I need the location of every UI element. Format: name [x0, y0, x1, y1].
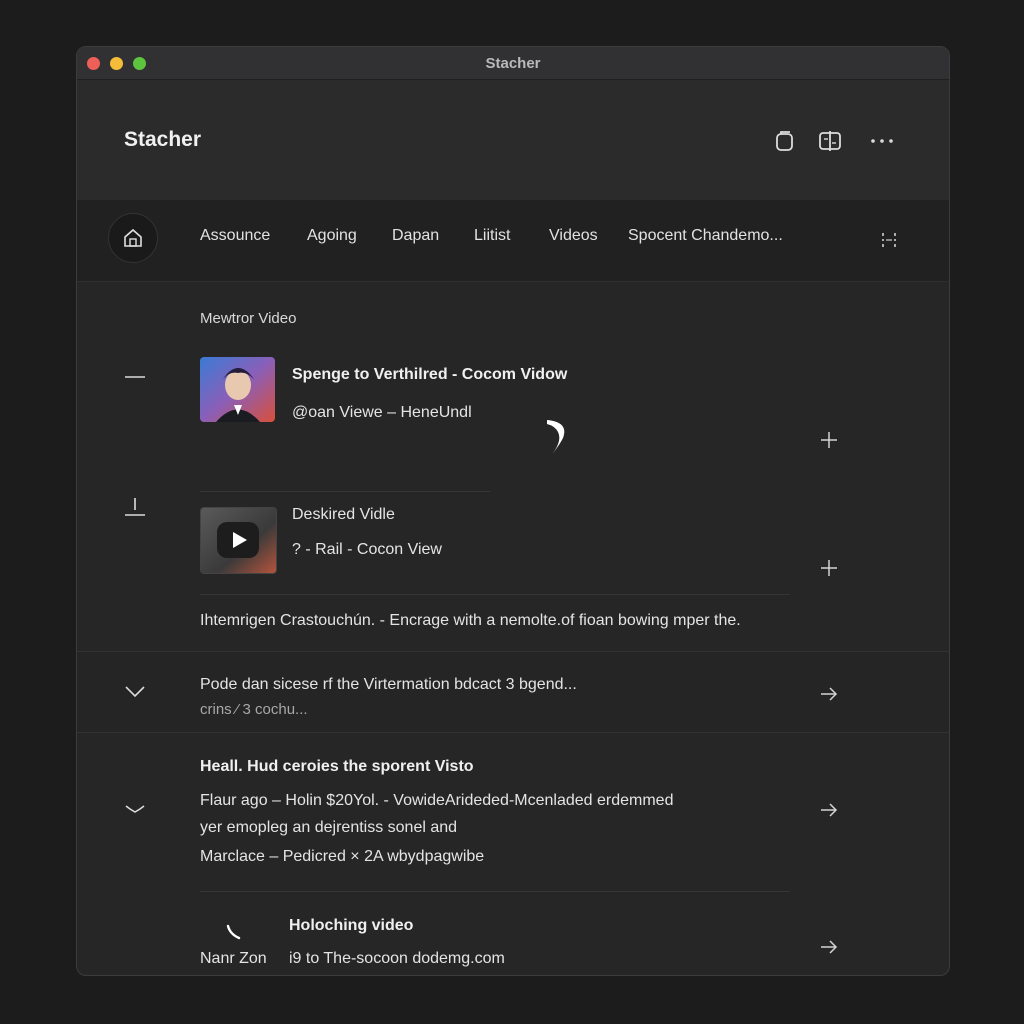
copy-icon: [776, 131, 793, 151]
split-view-button[interactable]: [815, 126, 845, 156]
reorder-handle[interactable]: [122, 492, 148, 518]
list-item-text: Marclace – Pedicred × 2A wbydpagwibe: [200, 848, 485, 865]
plus-icon: [821, 432, 837, 448]
home-button[interactable]: [108, 213, 158, 263]
phone-icon: [223, 920, 249, 946]
nav-item-assounce[interactable]: Assounce: [200, 227, 270, 245]
section-label: Mewtror Video: [200, 310, 297, 327]
list-item-text: yer emopleg an dejrentiss sonel and: [200, 819, 458, 836]
nav-menu-button[interactable]: [877, 228, 901, 252]
grid-menu-icon: [882, 233, 896, 247]
list-item-title: Heall. Hud ceroies the sporent Visto: [200, 758, 474, 775]
divider: [200, 491, 490, 492]
plus-icon: [821, 560, 837, 576]
nav-bar: Assounce Agoing Dapan Liitist Videos Spo…: [77, 200, 949, 282]
list-item-meta: crins ⁄ 3 cochu...: [200, 701, 308, 718]
video-title[interactable]: Deskired Vidle: [292, 506, 395, 524]
nav-item-dapan[interactable]: Dapan: [392, 227, 439, 245]
expand-button[interactable]: [122, 678, 148, 704]
info-text: Ihtemrigen Crastouchún. - Encrage with a…: [200, 612, 741, 629]
list-item-meta: Nanr Zon: [200, 950, 267, 967]
drag-handle-icon: [125, 498, 145, 516]
video-thumbnail[interactable]: [200, 357, 275, 422]
arrow-right-icon: [821, 687, 838, 701]
home-icon: [124, 228, 142, 247]
video-thumbnail[interactable]: [200, 507, 277, 574]
arrow-right-icon: [821, 803, 838, 817]
list-item-title: Holoching video: [289, 917, 414, 934]
add-video-button[interactable]: [817, 556, 841, 580]
open-button[interactable]: [817, 935, 841, 959]
expand-button[interactable]: [122, 795, 148, 821]
add-video-button[interactable]: [817, 428, 841, 452]
list-item-text: Pode dan sicese rf the Virtermation bdca…: [200, 676, 577, 693]
list-item[interactable]: Holoching video Nanr Zon i9 to The-socoo…: [77, 892, 949, 972]
split-view-icon: [819, 131, 841, 151]
copy-button[interactable]: [770, 126, 800, 156]
app-window: Stacher Stacher Assounce Agoing Dapan Li…: [76, 46, 950, 976]
open-button[interactable]: [817, 798, 841, 822]
list-item-text: Flaur ago – Holin $20Yol. - VowideArided…: [200, 792, 674, 809]
divider: [200, 594, 790, 595]
more-icon: [871, 139, 893, 143]
window-title: Stacher: [485, 55, 541, 72]
more-options-button[interactable]: [867, 126, 897, 156]
nav-item-spocent[interactable]: Spocent Chandemo...: [628, 227, 783, 245]
nav-item-agoing[interactable]: Agoing: [307, 227, 357, 245]
list-item[interactable]: Heall. Hud ceroies the sporent Visto Fla…: [77, 733, 949, 883]
minus-icon: [125, 376, 145, 378]
video-subtitle: @oan Viewe – HeneUndl: [292, 404, 472, 421]
app-title: Stacher: [124, 128, 202, 151]
loading-icon: [541, 412, 575, 462]
chevron-down-icon: [125, 686, 145, 698]
title-bar: Stacher: [77, 47, 949, 80]
collapse-button[interactable]: [122, 364, 148, 390]
video-subtitle: ? - Rail - Cocon View: [292, 541, 442, 558]
list-item[interactable]: Pode dan sicese rf the Virtermation bdca…: [77, 652, 949, 732]
arrow-right-icon: [821, 940, 838, 954]
chevron-down-icon: [125, 805, 145, 813]
nav-item-videos[interactable]: Videos: [549, 227, 598, 245]
video-title[interactable]: Spenge to Verthilred - Cocom Vidow: [292, 366, 567, 384]
app-header: Stacher: [77, 80, 949, 201]
open-button[interactable]: [817, 682, 841, 706]
list-item-text: i9 to The-socoon dodemg.com: [289, 950, 505, 967]
nav-item-liitist[interactable]: Liitist: [474, 227, 510, 245]
